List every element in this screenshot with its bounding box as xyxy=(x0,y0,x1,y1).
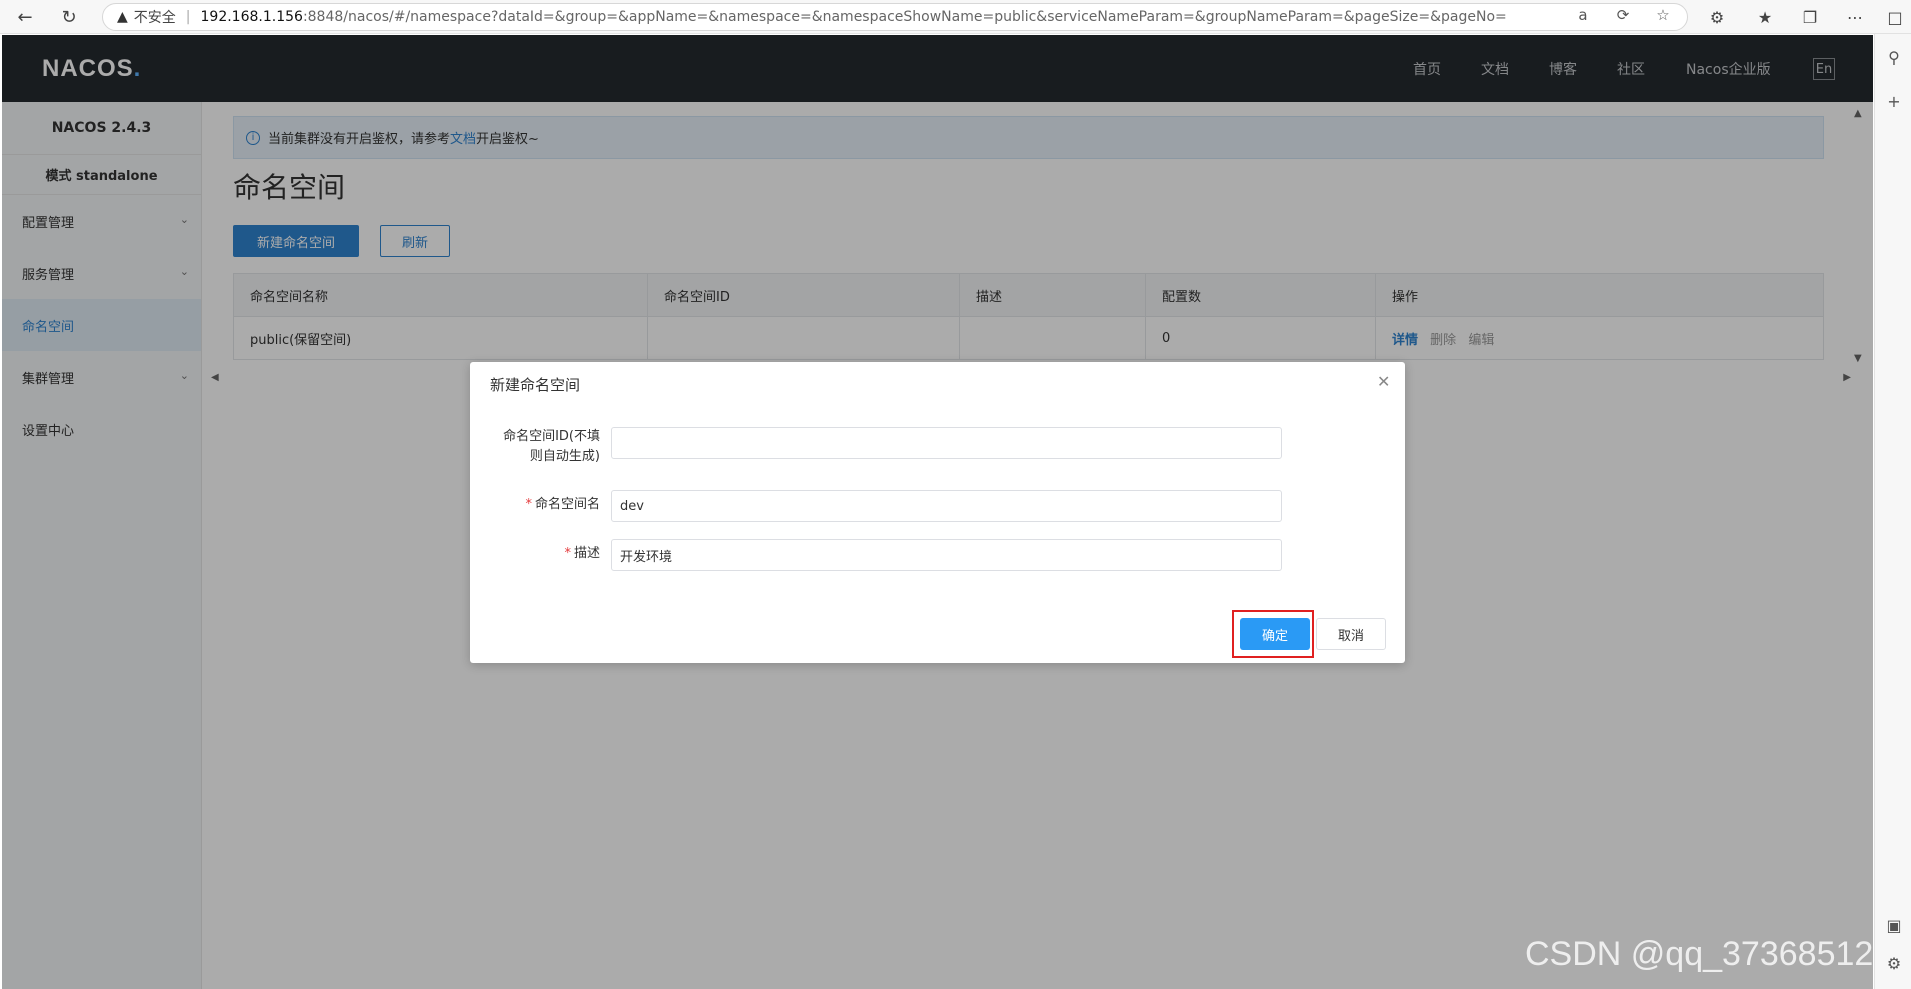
back-icon[interactable]: ← xyxy=(12,4,38,30)
description-label: * 描述 xyxy=(564,546,600,561)
namespace-id-input[interactable] xyxy=(611,427,1282,459)
insecure-label: 不安全 xyxy=(133,10,176,26)
favorite-star-icon[interactable]: ☆ xyxy=(1652,4,1674,26)
cancel-button[interactable]: 取消 xyxy=(1316,618,1386,650)
reload-icon[interactable]: ↻ xyxy=(56,4,82,30)
warning-icon: ▲ xyxy=(117,9,128,25)
watermark: CSDN @qq_37368512 xyxy=(1525,935,1874,973)
url-host: 192.168.1.156 xyxy=(200,9,303,25)
browser-toolbar: ← ↻ ▲ 不安全 | 192.168.1.156:8848/nacos/#/n… xyxy=(0,0,1911,34)
url-path: :8848/nacos/#/namespace?dataId=&group=&a… xyxy=(302,9,1507,25)
sidebar-toggle-icon[interactable]: □ xyxy=(1882,4,1908,30)
extensions-icon[interactable]: ⚙ xyxy=(1704,4,1730,30)
namespace-id-label: 命名空间ID(不填 则自动生成) xyxy=(503,429,600,464)
namespace-name-label: * 命名空间名 xyxy=(525,497,600,512)
dialog-title: 新建命名空间 xyxy=(490,376,581,394)
search-icon[interactable]: ⚲ xyxy=(1883,46,1905,68)
more-icon[interactable]: ⋯ xyxy=(1842,4,1868,30)
create-namespace-dialog: 新建命名空间 ✕ 命名空间ID(不填 则自动生成) *命名空间名 *描述 确定 … xyxy=(470,362,1405,663)
address-bar[interactable]: ▲ 不安全 | 192.168.1.156:8848/nacos/#/names… xyxy=(102,3,1688,31)
read-aloud-icon[interactable]: a xyxy=(1572,4,1594,26)
settings-icon[interactable]: ⚙ xyxy=(1883,952,1905,974)
address-separator: | xyxy=(185,9,191,25)
confirm-button[interactable]: 确定 xyxy=(1240,618,1310,650)
description-input[interactable] xyxy=(611,539,1282,571)
add-icon[interactable]: + xyxy=(1883,90,1905,112)
refresh-sync-icon[interactable]: ⟳ xyxy=(1612,4,1634,26)
close-icon[interactable]: ✕ xyxy=(1377,372,1390,391)
screenshot-icon[interactable]: ▣ xyxy=(1883,914,1905,936)
browser-side-panel: ⚲ + ▣ ⚙ xyxy=(1874,34,1911,989)
favorites-icon[interactable]: ★ xyxy=(1752,4,1778,30)
collections-icon[interactable]: ❐ xyxy=(1797,4,1823,30)
namespace-name-input[interactable] xyxy=(611,490,1282,522)
